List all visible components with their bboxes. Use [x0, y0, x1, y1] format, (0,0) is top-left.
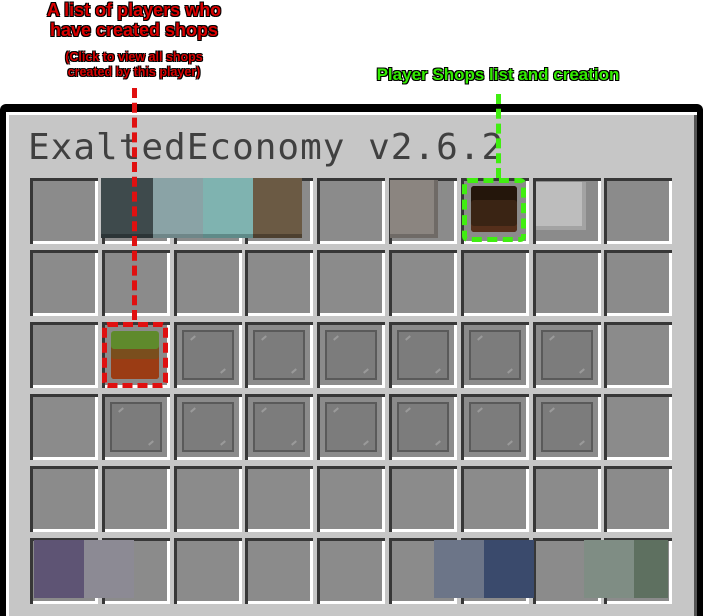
- aqua-block[interactable]: [203, 178, 253, 238]
- annotation-line: (Click to view all shops: [65, 50, 203, 64]
- inventory-slot[interactable]: [389, 466, 457, 532]
- inventory-slot[interactable]: [245, 466, 313, 532]
- highlight-player-head: [102, 322, 168, 388]
- annotation-line: created by this player): [67, 64, 201, 79]
- annotation-arrow-green: [496, 94, 501, 178]
- annotation-players-list-title: A list of players who have created shops: [20, 1, 248, 41]
- sage-block[interactable]: [584, 540, 634, 598]
- inventory-slot[interactable]: [461, 394, 529, 460]
- inventory-slot[interactable]: [317, 250, 385, 316]
- inventory-slot[interactable]: [245, 394, 313, 460]
- glass-pane: [469, 330, 521, 380]
- inventory-slot[interactable]: [30, 250, 98, 316]
- glass-pane: [182, 402, 234, 452]
- inventory-slot[interactable]: [317, 322, 385, 388]
- glass-pane: [182, 330, 234, 380]
- green-gray-block[interactable]: [634, 540, 668, 598]
- inventory-slot[interactable]: [533, 466, 601, 532]
- glass-pane: [541, 402, 593, 452]
- inventory-slot[interactable]: [461, 250, 529, 316]
- inventory-slot[interactable]: [245, 538, 313, 604]
- annotation-line: have created shops: [49, 20, 219, 40]
- inventory-slot[interactable]: [389, 250, 457, 316]
- inventory-slot[interactable]: [30, 394, 98, 460]
- glass-pane: [110, 402, 162, 452]
- glass-pane: [253, 402, 305, 452]
- dark-teal-block[interactable]: [101, 178, 153, 238]
- navy-block[interactable]: [484, 540, 534, 598]
- inventory-slot[interactable]: [174, 394, 242, 460]
- glass-pane: [397, 330, 449, 380]
- inventory-slot[interactable]: [245, 250, 313, 316]
- annotation-line: A list of players who: [46, 0, 222, 20]
- brown-block[interactable]: [253, 178, 302, 238]
- inventory-slot[interactable]: [30, 466, 98, 532]
- highlight-player-shops: [462, 178, 526, 242]
- inventory-slot[interactable]: [604, 250, 672, 316]
- inventory-slot[interactable]: [174, 250, 242, 316]
- inventory-slot[interactable]: [30, 178, 98, 244]
- inventory-slot[interactable]: [533, 394, 601, 460]
- window-title: ExaltedEconomy v2.6.2: [28, 127, 505, 168]
- inventory-slot[interactable]: [317, 538, 385, 604]
- inventory-slot[interactable]: [389, 322, 457, 388]
- gray-purple-block[interactable]: [84, 540, 134, 598]
- gray-stone-block[interactable]: [390, 180, 438, 238]
- inventory-slot[interactable]: [102, 394, 170, 460]
- inventory-slot[interactable]: [317, 466, 385, 532]
- light-gray-block[interactable]: [536, 182, 586, 230]
- inventory-slot[interactable]: [461, 466, 529, 532]
- inventory-slot[interactable]: [174, 466, 242, 532]
- inventory-slot[interactable]: [245, 322, 313, 388]
- glass-pane: [469, 402, 521, 452]
- glass-pane: [325, 402, 377, 452]
- inventory-slot[interactable]: [604, 466, 672, 532]
- glass-pane: [541, 330, 593, 380]
- slate-block[interactable]: [434, 540, 484, 598]
- inventory-slot[interactable]: [317, 178, 385, 244]
- inventory-slot[interactable]: [317, 394, 385, 460]
- inventory-slot[interactable]: [102, 466, 170, 532]
- inventory-slot[interactable]: [30, 322, 98, 388]
- inventory-slot[interactable]: [533, 322, 601, 388]
- inventory-slot[interactable]: [533, 250, 601, 316]
- annotation-player-shops: Player Shops list and creation: [376, 65, 620, 84]
- inventory-slot[interactable]: [604, 322, 672, 388]
- inventory-slot[interactable]: [174, 322, 242, 388]
- inventory-slot[interactable]: [174, 538, 242, 604]
- inventory-slot[interactable]: [389, 394, 457, 460]
- annotation-players-list-subtitle: (Click to view all shops created by this…: [26, 51, 242, 80]
- light-teal-block[interactable]: [153, 178, 203, 238]
- inventory-slot[interactable]: [604, 394, 672, 460]
- purple-block[interactable]: [34, 540, 84, 598]
- annotation-arrow-red: [132, 88, 137, 320]
- glass-pane: [325, 330, 377, 380]
- glass-pane: [253, 330, 305, 380]
- inventory-slot[interactable]: [461, 322, 529, 388]
- inventory-slot[interactable]: [604, 178, 672, 244]
- glass-pane: [397, 402, 449, 452]
